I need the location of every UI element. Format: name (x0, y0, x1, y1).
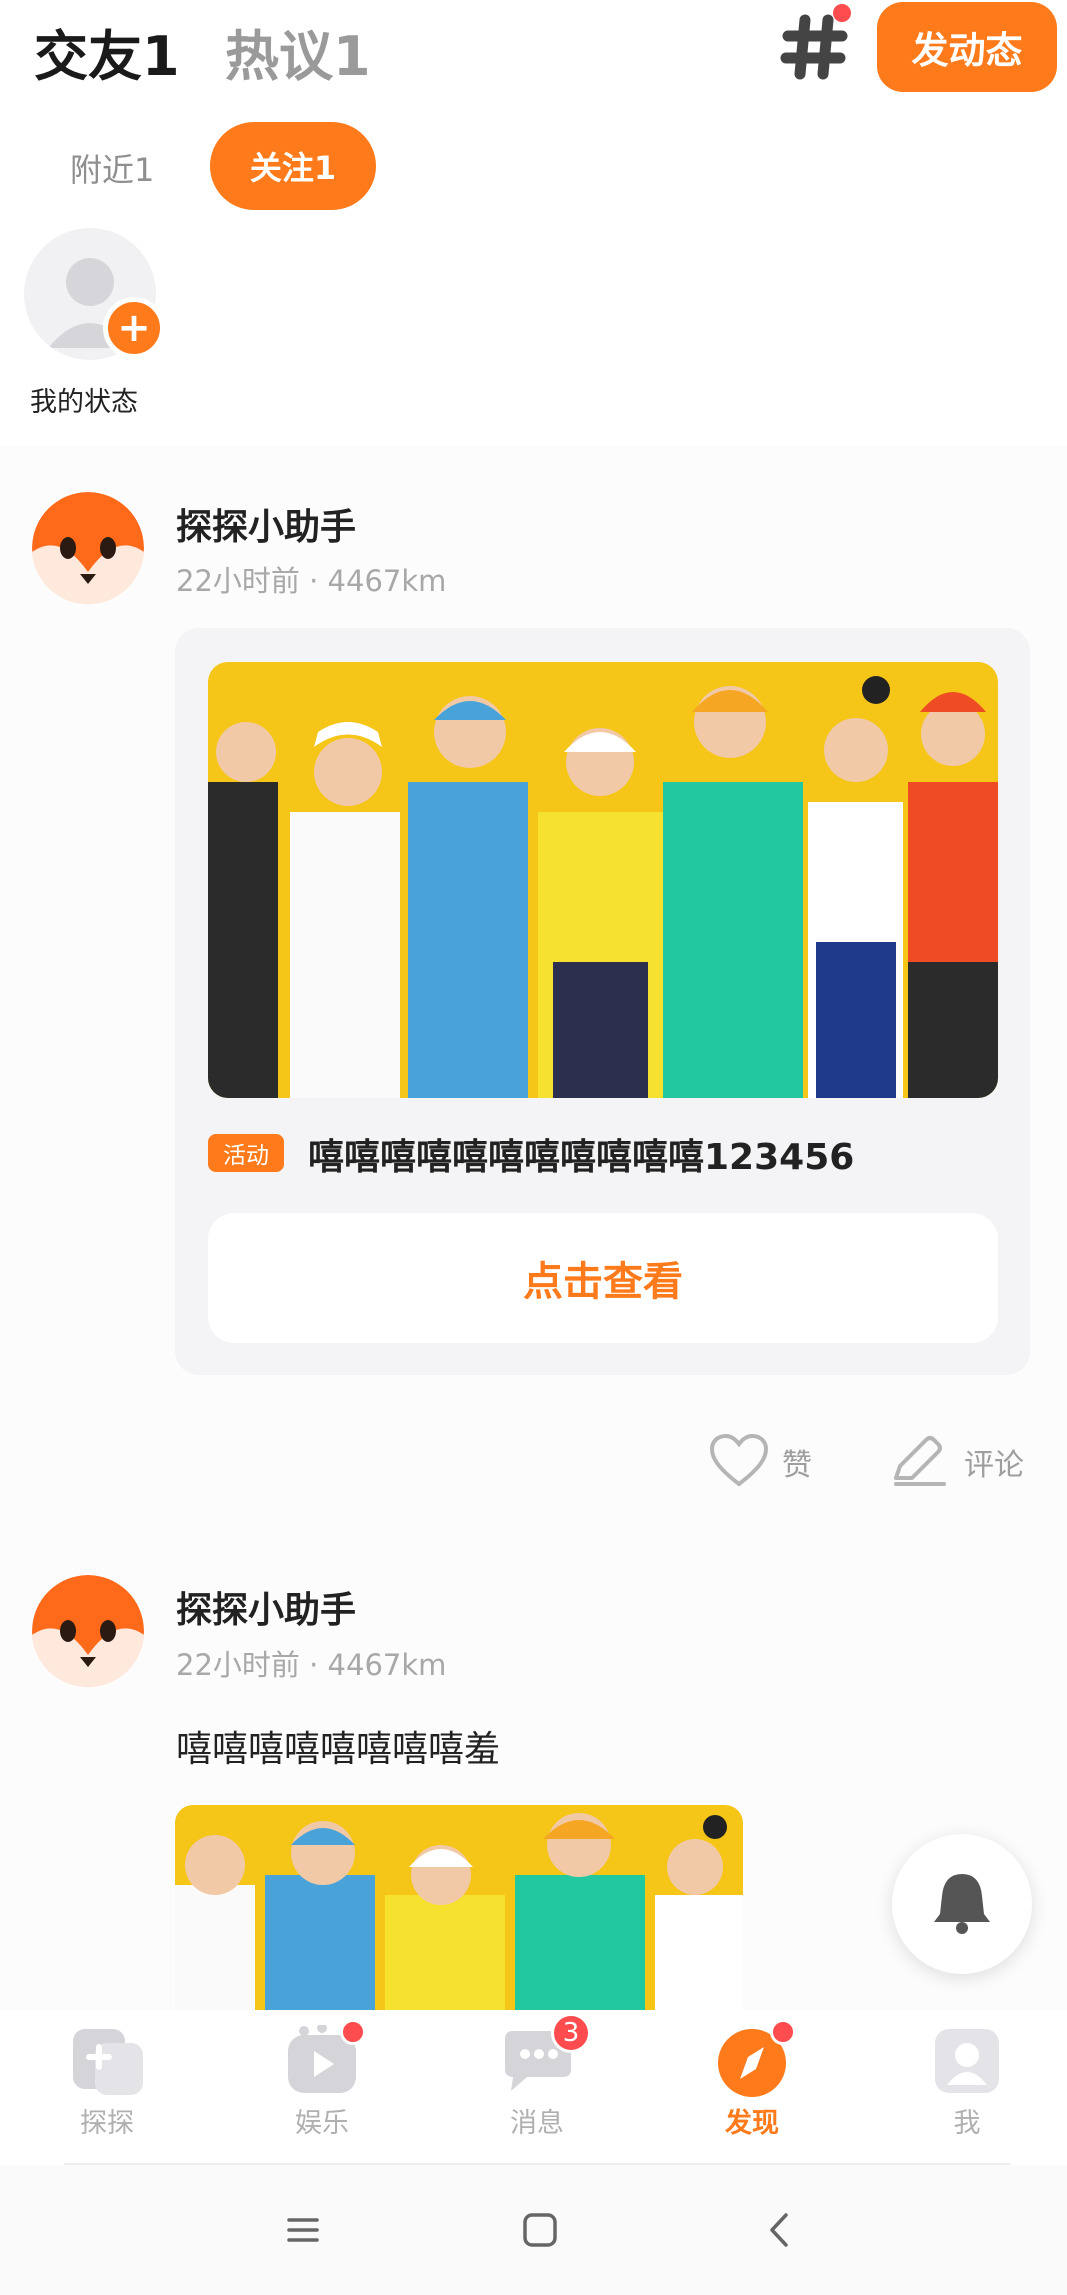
post-meta: 22小时前 · 4467km (176, 564, 447, 598)
author-avatar[interactable] (32, 1575, 144, 1687)
author-avatar[interactable] (32, 492, 144, 604)
post-text: 嘻嘻嘻嘻嘻嘻嘻嘻羞 (176, 1729, 501, 1770)
nav-entertainment[interactable]: 娱乐 (252, 2019, 392, 2140)
tab-friends[interactable]: 交友1 (34, 12, 180, 91)
author-name[interactable]: 探探小助手 (176, 1581, 356, 1633)
tab-following[interactable]: 关注1 (210, 122, 376, 210)
post-meta: 22小时前 · 4467km (176, 1648, 447, 1682)
profile-icon (927, 2025, 1007, 2097)
tantan-icon (67, 2025, 147, 2097)
add-status-icon[interactable]: + (103, 297, 165, 359)
message-count-badge: 3 (551, 2013, 591, 2053)
activity-title[interactable]: 嘻嘻嘻嘻嘻嘻嘻嘻嘻嘻嘻123456 (308, 1128, 854, 1180)
comment-label: 评论 (964, 1448, 1024, 1483)
nav-label: 我 (953, 2108, 981, 2139)
nav-label: 消息 (510, 2108, 564, 2139)
nav-label: 探探 (80, 2108, 134, 2139)
notification-dot (833, 4, 851, 22)
bell-icon (930, 1868, 994, 1940)
notification-bell-button[interactable] (892, 1834, 1032, 1974)
post-image[interactable] (175, 1805, 743, 2010)
nav-tantan[interactable]: 探探 (37, 2025, 177, 2140)
play-icon (282, 2019, 366, 2097)
comment-button[interactable]: 评论 (890, 1432, 1024, 1492)
my-status-label: 我的状态 (30, 387, 138, 418)
notification-dot (770, 2019, 796, 2045)
activity-banner-image[interactable] (208, 662, 998, 1098)
author-name[interactable]: 探探小助手 (176, 498, 356, 550)
nav-messages[interactable]: 3 消息 (467, 2013, 607, 2140)
nav-discover[interactable]: 发现 (682, 2019, 822, 2140)
view-details-button[interactable]: 点击查看 (208, 1213, 998, 1343)
menu-icon[interactable] (285, 2212, 321, 2252)
home-icon[interactable] (521, 2211, 559, 2253)
post-update-button[interactable]: 发动态 (877, 2, 1057, 92)
hashtag-icon[interactable] (780, 12, 850, 82)
heart-icon (708, 1432, 770, 1492)
pencil-icon (890, 1432, 950, 1492)
activity-tag: 活动 (208, 1134, 284, 1172)
tab-hot-topics[interactable]: 热议1 (225, 12, 371, 91)
nav-label: 发现 (725, 2108, 779, 2139)
discover-icon (712, 2019, 796, 2097)
back-icon[interactable] (764, 2211, 794, 2253)
message-icon: 3 (497, 2013, 591, 2097)
nav-profile[interactable]: 我 (897, 2025, 1037, 2140)
tab-nearby[interactable]: 附近1 (70, 145, 154, 191)
like-button[interactable]: 赞 (708, 1432, 812, 1492)
nav-label: 娱乐 (295, 2108, 349, 2139)
like-label: 赞 (782, 1448, 812, 1483)
notification-dot (340, 2019, 366, 2045)
